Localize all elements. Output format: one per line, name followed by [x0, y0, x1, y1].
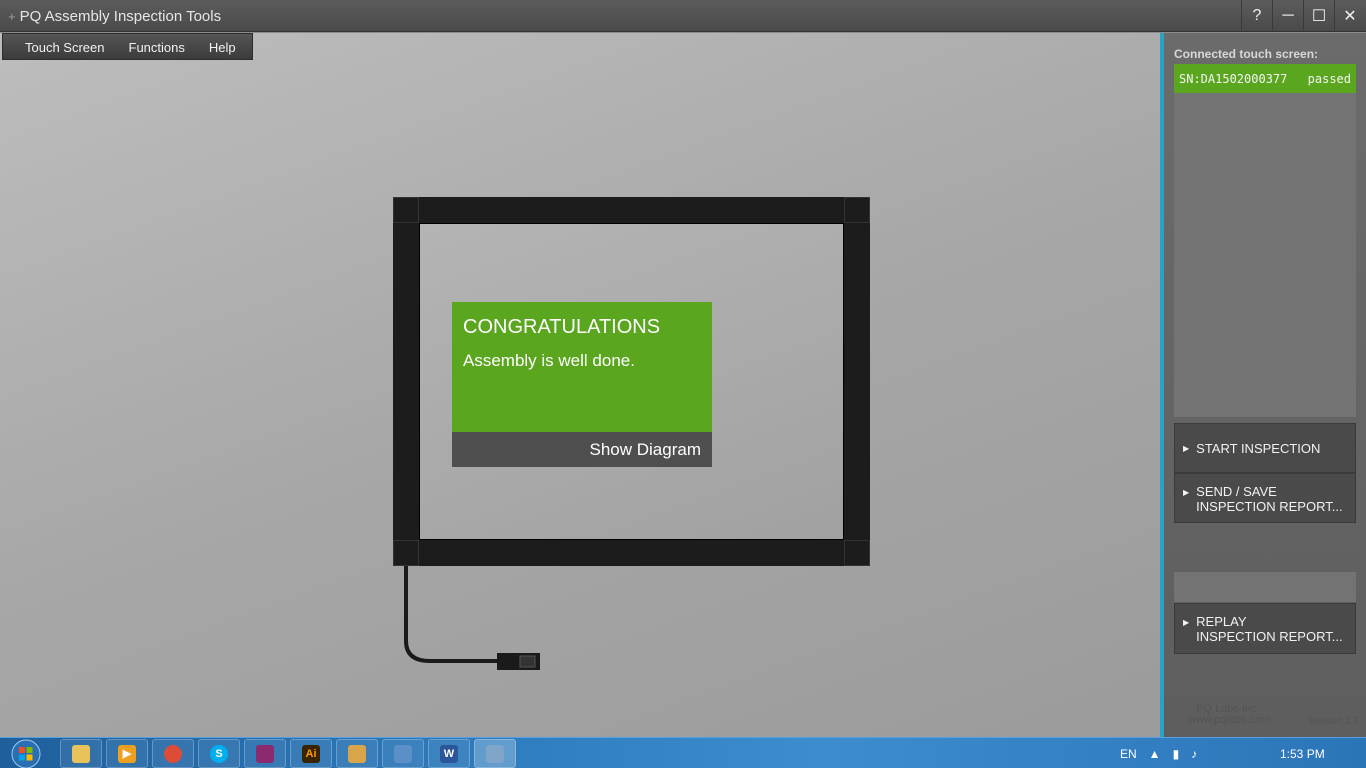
close-button[interactable]: ✕ [1334, 0, 1365, 32]
frame-corner [393, 197, 419, 223]
chrome-icon [164, 744, 182, 763]
taskbar-word[interactable]: W [428, 739, 470, 768]
help-button[interactable]: ? [1241, 0, 1272, 32]
taskbar-illustrator[interactable]: Ai [290, 739, 332, 768]
frame-corner [393, 540, 419, 566]
taskbar-paint[interactable] [336, 739, 378, 768]
window-title: + PQ Assembly Inspection Tools [8, 8, 221, 25]
start-button[interactable] [6, 738, 46, 768]
company-info: PQ Labs Inc. www.pqlabs.com [1188, 704, 1271, 726]
congratulations-card: CONGRATULATIONS Assembly is well done. S… [452, 302, 712, 467]
result-message: Assembly is well done. [463, 351, 635, 370]
company-website: www.pqlabs.com [1188, 714, 1271, 726]
start-inspection-label: START INSPECTION [1196, 440, 1321, 456]
connected-label: Connected touch screen: [1174, 47, 1319, 61]
skype-icon: S [210, 744, 228, 763]
explorer-icon [72, 744, 90, 763]
panel-spacer [1174, 572, 1356, 602]
replay-report-label: REPLAY INSPECTION REPORT... [1196, 614, 1343, 644]
taskbar-pq-tool[interactable] [474, 739, 516, 768]
menu-touch-screen[interactable]: Touch Screen [17, 34, 113, 59]
menu-help[interactable]: Help [201, 34, 244, 59]
volume-icon[interactable]: ♪ [1191, 747, 1197, 761]
minimize-button[interactable]: ─ [1272, 0, 1303, 32]
pq-tool-icon [486, 744, 504, 763]
start-inspection-button[interactable]: ▶ START INSPECTION [1174, 423, 1356, 473]
side-panel: Connected touch screen: SN:DA1502000377 … [1160, 33, 1366, 737]
usb-cable-icon [404, 566, 540, 670]
show-diagram-button[interactable]: Show Diagram [452, 432, 712, 467]
taskbar-chrome[interactable] [152, 739, 194, 768]
title-bar: + PQ Assembly Inspection Tools ? ─ ☐ ✕ [0, 0, 1366, 32]
windows-logo-icon [11, 739, 41, 768]
send-save-report-label: SEND / SAVE INSPECTION REPORT... [1196, 484, 1343, 514]
paint-icon [348, 744, 366, 763]
network-icon[interactable]: ▮ [1173, 747, 1180, 761]
window-title-text: PQ Assembly Inspection Tools [19, 8, 222, 25]
taskbar-window[interactable] [382, 739, 424, 768]
result-heading: CONGRATULATIONS [463, 316, 661, 338]
device-status: passed [1307, 71, 1351, 86]
system-tray: EN ▲ ▮ ♪ [1120, 738, 1209, 768]
menu-bar: Touch Screen Functions Help [2, 33, 253, 60]
menu-functions[interactable]: Functions [121, 34, 193, 59]
device-item[interactable]: SN:DA1502000377 passed [1174, 64, 1356, 93]
play-arrow-icon: ▶ [1183, 443, 1190, 453]
version-label: Version 2.7 [1309, 716, 1360, 727]
result-message-area: CONGRATULATIONS Assembly is well done. [452, 302, 712, 432]
window-icon [394, 744, 412, 763]
clock[interactable]: 1:53 PM [1280, 747, 1325, 761]
app-icon: + [8, 9, 16, 24]
main-canvas: Touch Screen Functions Help CONGRATULATI… [0, 33, 1160, 737]
device-serial: SN:DA1502000377 [1179, 71, 1288, 86]
send-save-report-button[interactable]: ▶ SEND / SAVE INSPECTION REPORT... [1174, 473, 1356, 523]
device-list: SN:DA1502000377 passed [1174, 64, 1356, 417]
language-indicator[interactable]: EN [1120, 747, 1137, 761]
frame-corner [844, 197, 870, 223]
taskbar-winrar[interactable] [244, 739, 286, 768]
illustrator-icon: Ai [302, 744, 320, 763]
taskbar-explorer[interactable] [60, 739, 102, 768]
taskbar: ▶ S Ai W EN ▲ ▮ ♪ 1:53 PM [0, 737, 1366, 768]
maximize-button[interactable]: ☐ [1303, 0, 1334, 32]
word-icon: W [440, 744, 458, 763]
taskbar-media-player[interactable]: ▶ [106, 739, 148, 768]
winrar-icon [256, 744, 274, 763]
taskbar-skype[interactable]: S [198, 739, 240, 768]
media-player-icon: ▶ [118, 744, 136, 763]
show-hidden-icons-icon[interactable]: ▲ [1149, 747, 1161, 761]
replay-report-button[interactable]: ▶ REPLAY INSPECTION REPORT... [1174, 603, 1356, 654]
play-arrow-icon: ▶ [1183, 488, 1190, 497]
play-arrow-icon: ▶ [1183, 618, 1190, 627]
frame-corner [844, 540, 870, 566]
